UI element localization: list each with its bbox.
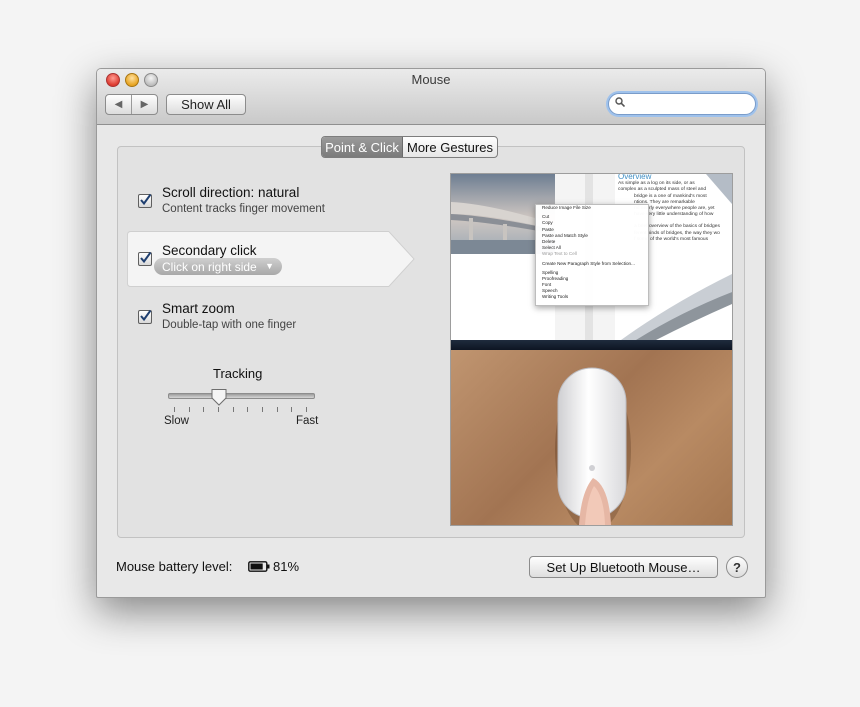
magic-mouse-image [555,367,631,525]
smart-zoom-checkbox[interactable] [138,309,152,324]
checkmark-icon [140,309,152,322]
preview-dock-strip [451,340,732,350]
battery-icon [248,561,270,572]
scroll-direction-checkbox[interactable] [138,193,152,208]
battery-level-label: Mouse battery level: [116,559,233,574]
checkmark-icon [140,193,152,206]
show-all-button[interactable]: Show All [166,94,246,115]
menu-item[interactable]: Writing Tools [536,294,648,300]
menu-item[interactable]: Create New Paragraph Style from Selectio… [536,261,648,267]
mouse-preferences-window: Mouse ◀ ▶ Show All Point & Click More Ge… [96,68,766,598]
secondary-click-popup[interactable]: Click on right side ▼ [154,258,282,275]
preview-screen: Overview As simple as a log on its side,… [451,174,732,340]
slider-tick [174,407,175,412]
gesture-preview: Overview As simple as a log on its side,… [450,173,733,526]
back-forward-control: ◀ ▶ [105,94,158,115]
tab-bar: Point & Click More Gestures [321,136,498,158]
tab-more-gestures[interactable]: More Gestures [403,137,497,157]
article-heading: Overview [618,173,652,181]
smart-zoom-title: Smart zoom [162,301,235,316]
secondary-click-checkbox[interactable] [138,251,152,266]
chevron-down-icon: ▼ [265,261,274,271]
tracking-slider-ticks [174,407,307,413]
setup-bluetooth-mouse-button[interactable]: Set Up Bluetooth Mouse… [529,556,718,578]
secondary-click-title: Secondary click [162,243,257,258]
tracking-fast-label: Fast [296,415,319,427]
slider-tick [218,407,219,412]
tracking-slow-label: Slow [164,415,189,427]
scroll-direction-subtitle: Content tracks finger movement [162,203,325,215]
battery-percent: 81% [273,559,300,574]
help-button[interactable]: ? [726,556,748,578]
window-title: Mouse [411,72,451,87]
checkmark-icon [140,251,152,264]
slider-tick [232,407,234,412]
search-input[interactable] [631,96,751,113]
slider-tick [291,407,293,412]
preview-desk [451,350,732,525]
slider-tick [203,407,205,412]
tab-point-and-click[interactable]: Point & Click [322,137,403,157]
slider-tick [262,407,263,412]
tracking-slider-track[interactable] [168,393,315,399]
slider-tick [247,407,249,412]
smart-zoom-subtitle: Double-tap with one finger [162,319,297,331]
back-arrow-icon[interactable]: ◀ [106,95,132,114]
slider-tick [276,407,278,412]
context-menu: Reduce Image File Size Cut Copy Paste Pa… [535,204,649,306]
scroll-direction-title: Scroll direction: natural [162,185,300,200]
search-icon [615,97,625,107]
slider-tick [188,407,190,412]
search-field[interactable] [608,93,756,115]
tracking-slider-knob[interactable] [211,388,227,406]
tracking-label: Tracking [213,366,263,381]
slider-tick [306,407,307,412]
titlebar: Mouse ◀ ▶ Show All [97,69,765,125]
secondary-click-popup-value: Click on right side [162,259,257,274]
forward-arrow-icon[interactable]: ▶ [132,95,157,114]
